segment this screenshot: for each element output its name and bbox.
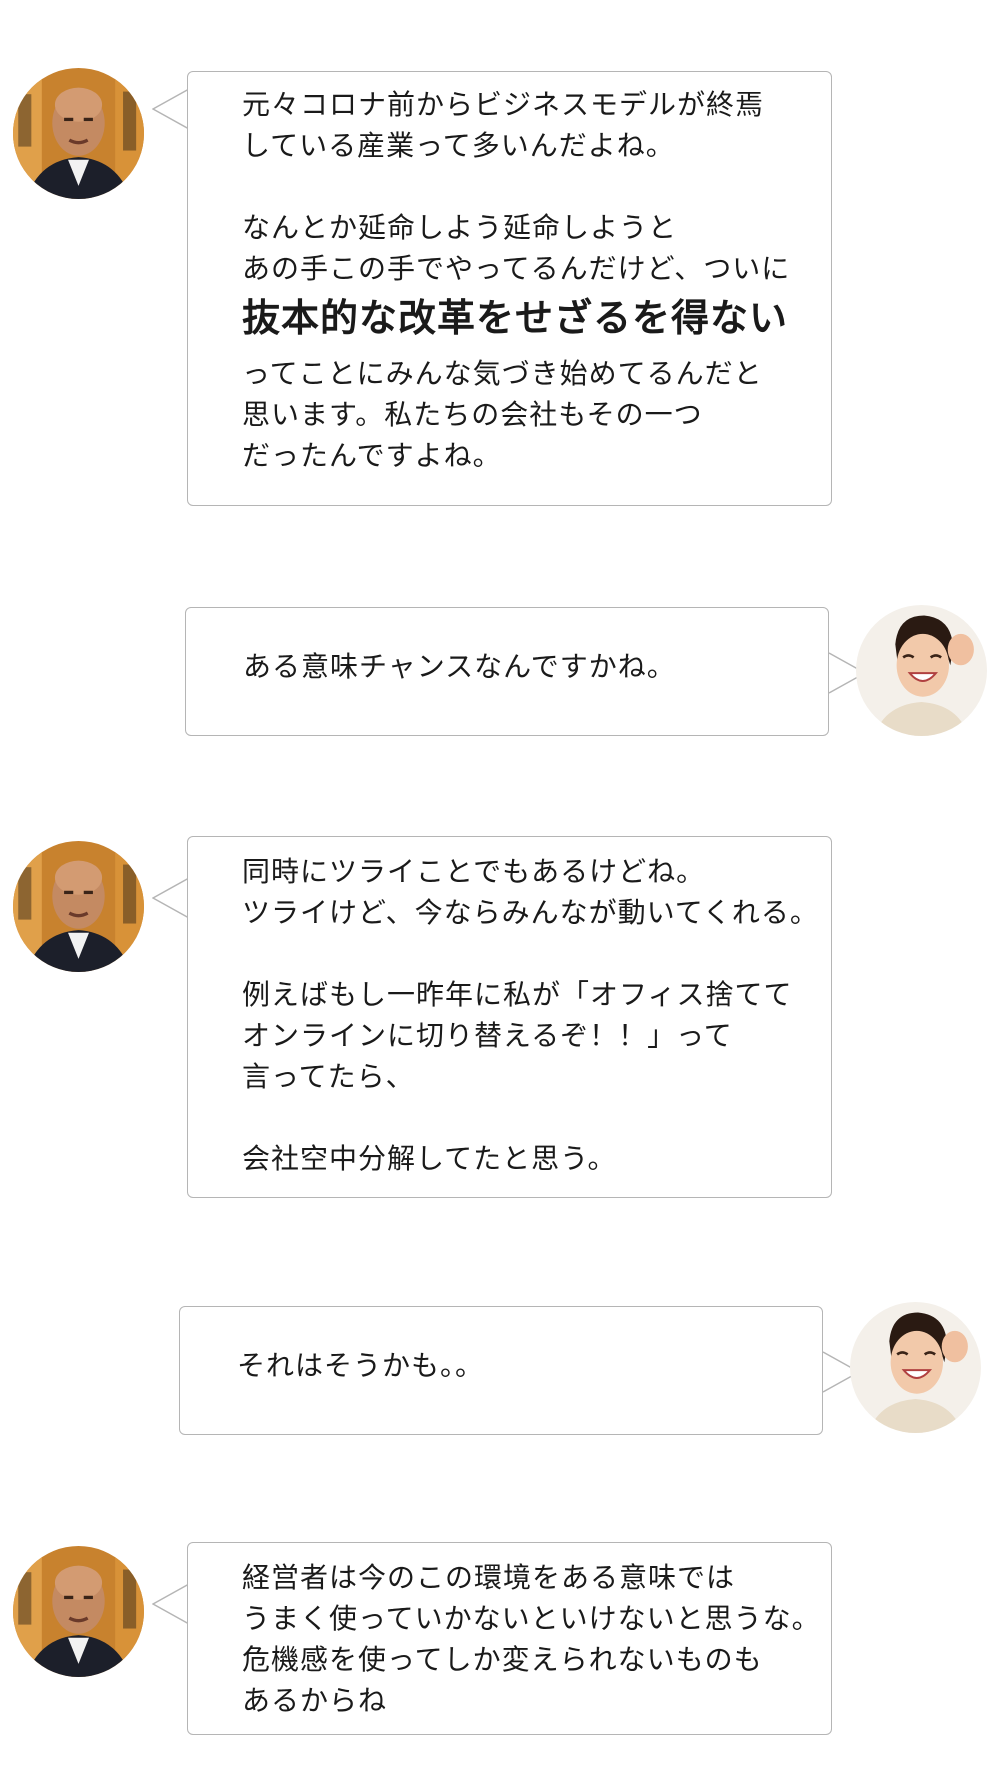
speech-bubble: ある意味チャンスなんですかね。: [185, 607, 829, 736]
message-line: ってことにみんな気づき始めてるんだと: [242, 357, 763, 390]
avatar-man: [13, 1546, 144, 1677]
message-line: 思います。私たちの会社もその一つ: [242, 398, 703, 431]
man-portrait-icon: [13, 1546, 144, 1677]
message-spacer: [242, 166, 831, 207]
message-line: それはそうかも。。: [237, 1349, 485, 1382]
message-line: 危機感を使ってしか変えられないものも: [242, 1643, 763, 1676]
message-line: 言ってたら、: [242, 1060, 415, 1093]
woman-portrait-icon: [856, 605, 987, 736]
message-line: 同時にツライことでもあるけどね。: [242, 855, 706, 888]
bubble-tail-left: [152, 88, 190, 130]
message-line: している産業って多いんだよね。: [242, 129, 675, 162]
message-line: ある意味チャンスなんですかね。: [243, 650, 676, 683]
message-line: うまく使っていかないといけないと思うな。: [242, 1602, 821, 1635]
message-spacer: [242, 933, 831, 974]
message-line: オンラインに切り替えるぞ！！」って: [242, 1019, 733, 1052]
message-line: あの手この手でやってるんだけど、ついに: [242, 252, 791, 285]
avatar-man: [13, 68, 144, 199]
man-portrait-icon: [13, 68, 144, 199]
woman-portrait-icon: [850, 1302, 981, 1433]
bubble-tail-left: [152, 1583, 190, 1625]
message-line: 経営者は今のこの環境をある意味では: [242, 1561, 736, 1594]
message-line: 会社空中分解してたと思う。: [242, 1142, 617, 1175]
message-line: あるからね: [242, 1684, 388, 1717]
man-portrait-icon: [13, 841, 144, 972]
avatar-woman: [850, 1302, 981, 1433]
avatar-man: [13, 841, 144, 972]
message-line: ツライけど、今ならみんなが動いてくれる。: [242, 896, 819, 929]
message-spacer: [242, 1097, 831, 1138]
message-line: 元々コロナ前からビジネスモデルが終焉: [242, 88, 765, 121]
bubble-tail-left: [152, 877, 190, 919]
message-line: 例えばもし一昨年に私が「オフィス捨てて: [242, 978, 793, 1011]
avatar-woman: [856, 605, 987, 736]
message-line: なんとか延命しよう延命しようと: [242, 211, 678, 244]
speech-bubble: それはそうかも。。: [179, 1306, 823, 1435]
emphasis-text: 抜本的な改革をせざるを得ない: [242, 296, 789, 340]
message-line: だったんですよね。: [242, 439, 502, 472]
speech-bubble: 同時にツライことでもあるけどね。 ツライけど、今ならみんなが動いてくれる。 例え…: [187, 836, 832, 1198]
speech-bubble: 元々コロナ前からビジネスモデルが終焉 している産業って多いんだよね。 なんとか延…: [187, 71, 832, 506]
speech-bubble: 経営者は今のこの環境をある意味では うまく使っていかないといけないと思うな。 危…: [187, 1542, 832, 1735]
